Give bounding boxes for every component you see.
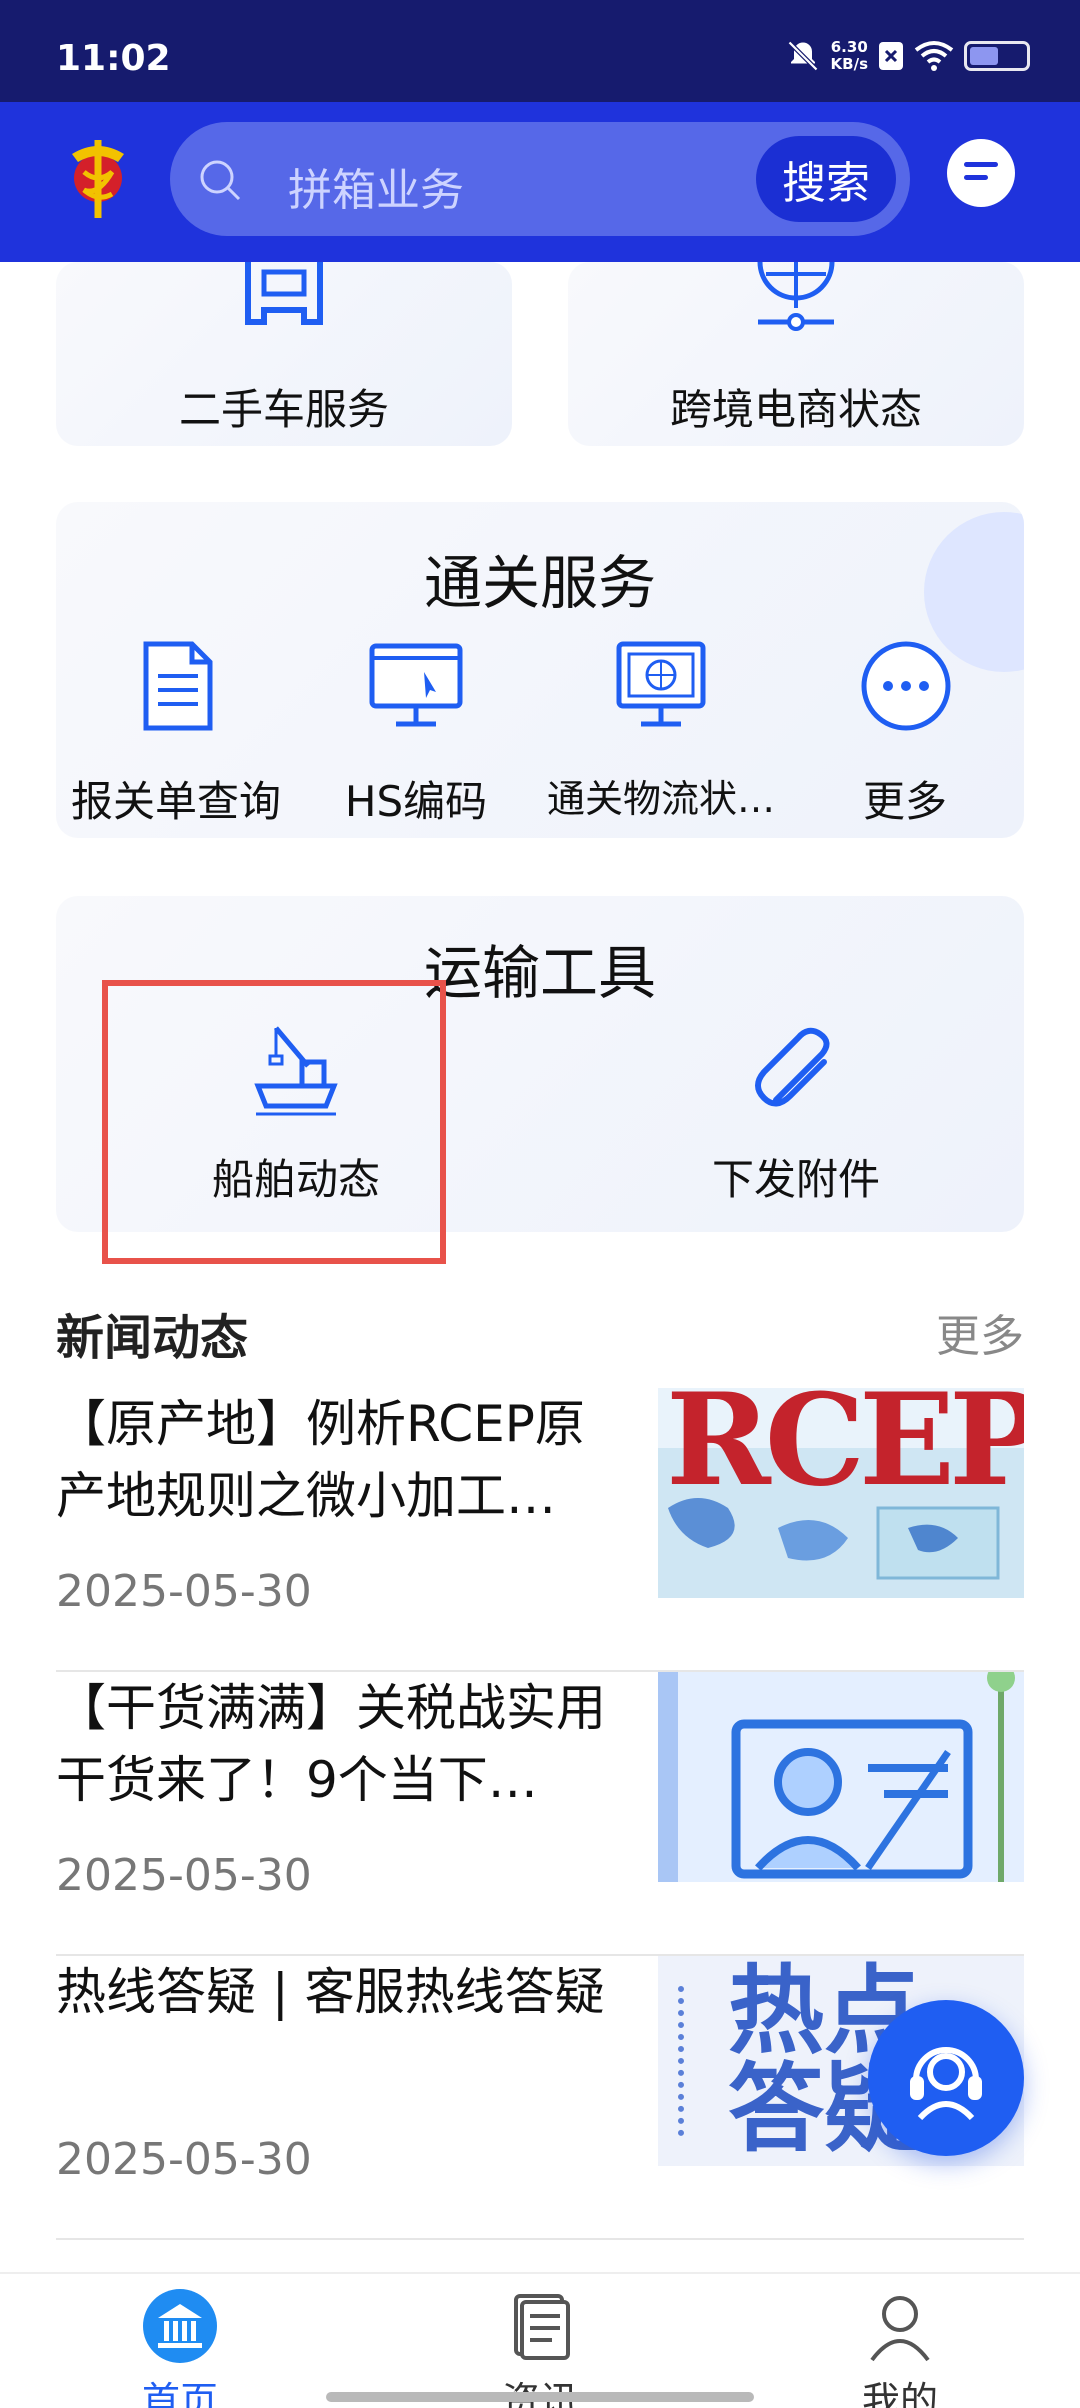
news-icon [514,2294,570,2360]
hs-code-button[interactable]: HS编码 [296,626,536,826]
status-icons: 6.30 KB/s [785,34,1030,78]
section-title: 通关服务 [423,549,656,617]
battery-icon [964,41,1030,71]
used-car-service-card[interactable]: 二手车服务 [56,262,512,446]
headset-icon [910,2047,982,2120]
more-services-button[interactable]: 更多 [786,626,1024,826]
status-bar: 11:02 6.30 KB/s [0,0,1080,102]
news-item[interactable]: 【原产地】例析RCEP原产地规则之微小加工… 2025-05-30 RCEP [56,1388,1024,1672]
news-section-title: 新闻动态 [56,1310,249,1366]
app-header: 拼箱业务 搜索 [0,102,1080,262]
presentation-illustration [658,1672,1015,1882]
news-more-link[interactable]: 更多 [936,1300,1024,1364]
globe-icon [757,262,835,331]
paperclip-icon [755,1027,830,1107]
monitor-icon [369,643,463,727]
nav-label: 我的 [861,2379,938,2408]
attachments-button[interactable]: 下发附件 [616,1016,976,1216]
status-time: 11:02 [56,38,171,79]
user-icon [870,2296,930,2362]
news-title: 【干货满满】关税战实用干货来了！9个当下… [56,1679,606,1809]
news-title: 【原产地】例析RCEP原产地规则之微小加工… [56,1395,585,1525]
grid-label: 报关单查询 [70,777,281,826]
more-icon [861,641,951,731]
news-date: 2025-05-30 [56,1566,312,1617]
customs-logo [72,140,124,218]
news-thumbnail: RCEP [658,1388,1024,1598]
news-item[interactable]: 【干货满满】关税战实用干货来了！9个当下… 2025-05-30 [56,1672,1024,1956]
grid-label: 更多 [862,777,947,826]
nav-label: 首页 [141,2379,218,2408]
search-button[interactable]: 搜索 [756,136,896,222]
nav-news[interactable]: 资讯 [440,2274,640,2408]
news-thumbnail [658,1672,1024,1882]
news-date: 2025-05-30 [56,1850,312,1901]
news-date: 2025-05-30 [56,2134,312,2185]
search-icon [200,160,241,201]
search-bar[interactable]: 拼箱业务 搜索 [170,122,910,236]
news-title: 热线答疑 | 客服热线答疑 [56,1963,605,2021]
card-label: 二手车服务 [178,385,389,434]
cross-border-status-card[interactable]: 跨境电商状态 [568,262,1024,446]
card-label: 跨境电商状态 [669,385,922,434]
globe-monitor-icon [616,641,706,727]
bottom-navigation: 首页 资讯 我的 [0,2272,1080,2408]
car-icon [245,262,323,325]
network-speed: 6.30 KB/s [830,38,868,73]
sim-off-icon [879,42,903,70]
home-indicator[interactable] [326,2392,754,2402]
logistics-status-button[interactable]: 通关物流状… [536,626,786,826]
grid-label: 下发附件 [711,1155,880,1204]
thumb-text: RCEP [666,1388,1024,1514]
search-input[interactable]: 拼箱业务 [288,154,464,218]
nav-profile[interactable]: 我的 [800,2274,1000,2408]
customer-service-button[interactable] [868,2000,1024,2156]
nav-home[interactable]: 首页 [80,2274,280,2408]
document-icon [143,641,213,731]
message-icon[interactable] [944,138,1018,212]
grid-label: HS编码 [344,777,488,826]
bank-icon [143,2289,217,2363]
wifi-icon [914,41,954,71]
nav-label: 资讯 [440,2370,640,2408]
customs-services-section: 通关服务 报关单查询 HS编码 通关物流状… 更多 [56,502,1024,838]
grid-label: 通关物流状… [546,777,775,821]
mute-bell-icon [787,40,818,72]
declaration-query-button[interactable]: 报关单查询 [56,626,296,826]
highlight-box [102,980,446,1264]
